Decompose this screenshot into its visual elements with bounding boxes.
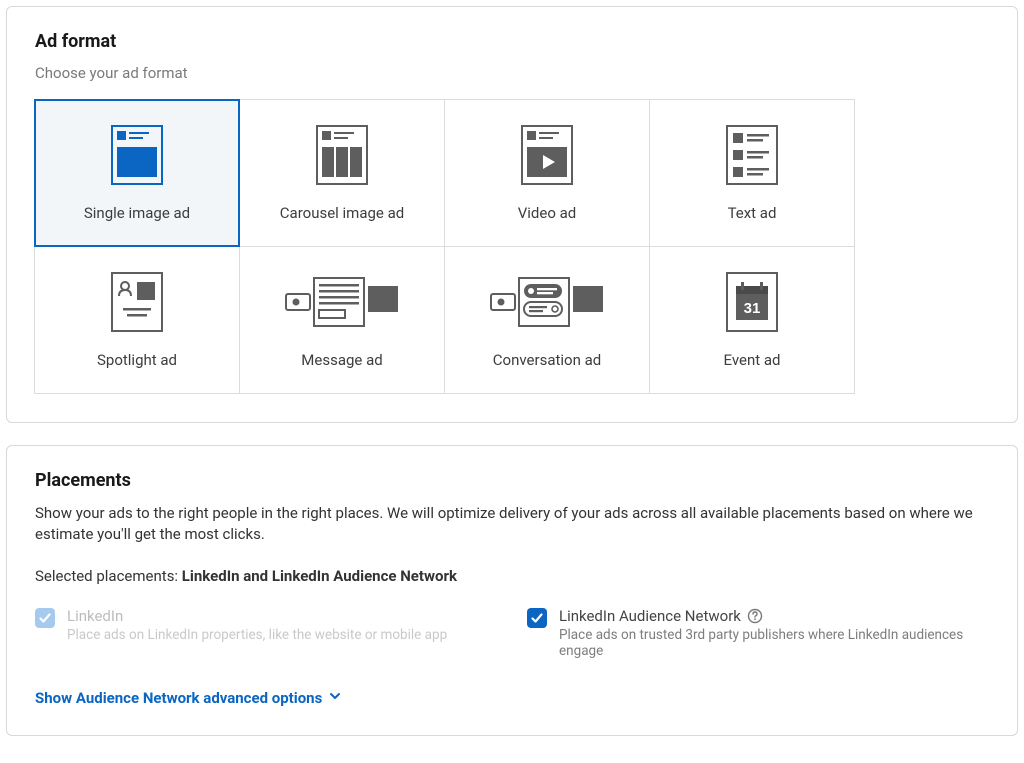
ad-format-tile-single-image[interactable]: Single image ad <box>34 99 240 247</box>
conversation-ad-icon <box>487 271 607 333</box>
placements-description: Show your ads to the right people in the… <box>35 503 989 545</box>
audience-network-checkbox[interactable] <box>527 608 547 628</box>
ad-format-tile-video[interactable]: Video ad <box>444 99 650 247</box>
tile-label: Single image ad <box>84 204 190 222</box>
message-ad-icon <box>282 271 402 333</box>
ad-format-card: Ad format Choose your ad format Single i… <box>6 6 1018 423</box>
ad-format-tile-conversation[interactable]: Conversation ad <box>444 246 650 394</box>
tile-label: Message ad <box>301 351 382 369</box>
spotlight-ad-icon <box>111 271 163 333</box>
linkedin-checkbox <box>35 608 55 628</box>
placement-item-linkedin: LinkedIn Place ads on LinkedIn propertie… <box>35 607 497 659</box>
tile-label: Spotlight ad <box>97 351 177 369</box>
ad-format-grid: Single image ad Carousel image ad <box>35 100 855 394</box>
placement-desc: Place ads on trusted 3rd party publisher… <box>559 627 989 659</box>
ad-format-tile-spotlight[interactable]: Spotlight ad <box>34 246 240 394</box>
placement-item-audience-network: LinkedIn Audience Network Place ads on t… <box>527 607 989 659</box>
carousel-ad-icon <box>316 124 368 186</box>
selected-placements-line: Selected placements: LinkedIn and Linked… <box>35 567 989 585</box>
ad-format-tile-text[interactable]: Text ad <box>649 99 855 247</box>
placements-options-row: LinkedIn Place ads on LinkedIn propertie… <box>35 607 989 659</box>
ad-format-tile-event[interactable]: 31 Event ad <box>649 246 855 394</box>
ad-format-tile-carousel[interactable]: Carousel image ad <box>239 99 445 247</box>
ad-format-subtitle: Choose your ad format <box>35 64 989 82</box>
svg-text:31: 31 <box>744 300 761 317</box>
tile-label: Carousel image ad <box>280 204 404 222</box>
placement-name: LinkedIn <box>67 607 123 625</box>
placements-title: Placements <box>35 470 989 491</box>
single-image-ad-icon <box>111 124 163 186</box>
ad-format-tile-message[interactable]: Message ad <box>239 246 445 394</box>
chevron-down-icon <box>328 689 342 707</box>
tile-label: Video ad <box>518 204 577 222</box>
event-ad-icon: 31 <box>726 271 778 333</box>
tile-label: Event ad <box>724 351 781 369</box>
selected-placements-value: LinkedIn and LinkedIn Audience Network <box>182 567 457 585</box>
advanced-options-toggle[interactable]: Show Audience Network advanced options <box>35 689 342 707</box>
tile-label: Text ad <box>728 204 777 222</box>
placement-desc: Place ads on LinkedIn properties, like t… <box>67 627 447 643</box>
help-icon[interactable] <box>747 608 763 624</box>
placement-name: LinkedIn Audience Network <box>559 607 763 625</box>
video-ad-icon <box>521 124 573 186</box>
text-ad-icon <box>726 124 778 186</box>
tile-label: Conversation ad <box>493 351 601 369</box>
selected-placements-label: Selected placements: <box>35 567 182 585</box>
placements-card: Placements Show your ads to the right pe… <box>6 445 1018 736</box>
ad-format-title: Ad format <box>35 31 989 52</box>
